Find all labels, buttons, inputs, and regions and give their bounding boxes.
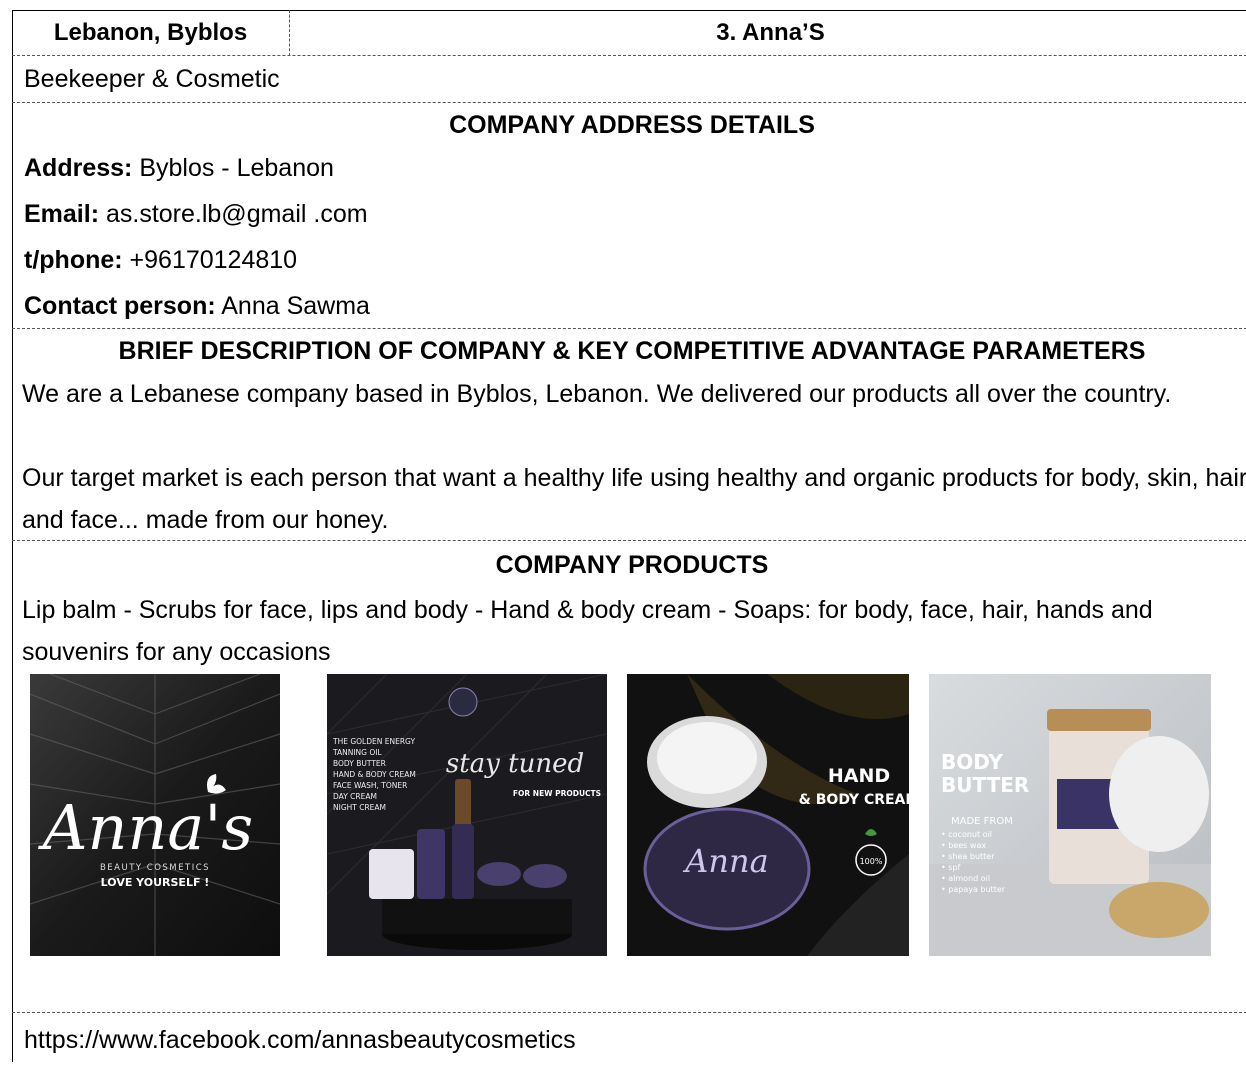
hand-text: HAND	[828, 765, 890, 787]
product-image-hand-cream: Anna HAND & BODY CREAM 100%	[627, 674, 909, 956]
phone-line: t/phone: +96170124810	[12, 237, 1246, 283]
ingredient-item: • papaya butter	[941, 885, 1006, 894]
logo-badge-icon	[448, 687, 478, 717]
cream-icon	[1109, 736, 1209, 852]
contact-value: Anna Sawma	[215, 292, 370, 320]
product-image-lineup: THE GOLDEN ENERGY TANNING OIL BODY BUTTER H…	[327, 674, 607, 956]
lineup-list-item: DAY CREAM	[333, 792, 377, 801]
product-image-logo: Anna's BEAUTY COSMETICS LOVE YOURSELF !	[30, 674, 280, 956]
ingredient-item: • almond oil	[941, 874, 990, 883]
jar-icon	[369, 849, 414, 899]
phone-label: t/phone:	[24, 246, 123, 274]
logo-subtitle: BEAUTY COSMETICS	[100, 863, 210, 873]
email-value: as.store.lb@gmail .com	[99, 200, 368, 228]
product-image-body-butter: BODY BUTTER MADE FROM • coconut oil • bee…	[929, 674, 1211, 956]
category-row: Beekeeper & Cosmetic	[12, 56, 1246, 103]
logo-tagline: LOVE YOURSELF !	[101, 876, 210, 889]
company-name: 3. Anna’S	[716, 19, 825, 46]
products-text: Lip balm - Scrubs for face, lips and bod…	[22, 596, 1153, 666]
facebook-link[interactable]: https://www.facebook.com/annasbeautycosm…	[12, 1012, 1246, 1062]
tube-icon	[452, 824, 474, 899]
address-value: Byblos - Lebanon	[132, 154, 334, 182]
logo-script-text: Anna's	[38, 791, 253, 864]
bottle-icon	[455, 779, 471, 831]
ingredient-item: • spf	[941, 863, 961, 872]
email-label: Email:	[24, 200, 100, 228]
address-section-title: COMPANY ADDRESS DETAILS	[449, 111, 815, 139]
lineup-list-item: HAND & BODY CREAM	[333, 770, 416, 779]
phone-value: +96170124810	[122, 246, 298, 274]
new-products-text: FOR NEW PRODUCTS	[513, 789, 601, 798]
header-row: Lebanon, Byblos 3. Anna’S	[12, 10, 1246, 56]
description-paragraph-1: We are a Lebanese company based in Byblo…	[22, 380, 1172, 408]
contact-label: Contact person:	[24, 292, 216, 320]
badge-text: 100%	[860, 857, 883, 866]
lineup-list-item: BODY BUTTER	[333, 759, 386, 768]
email-line: Email: as.store.lb@gmail .com	[12, 191, 1246, 237]
product-images: Anna's BEAUTY COSMETICS LOVE YOURSELF ! …	[30, 674, 1220, 956]
tin-icon	[477, 862, 521, 886]
description-paragraph-2: Our target market is each person that wa…	[12, 457, 1246, 541]
ingredient-item: • shea butter	[941, 852, 995, 861]
address-line: Address: Byblos - Lebanon	[12, 145, 1246, 191]
spray-bottle-icon	[417, 829, 445, 899]
country-cell: Lebanon, Byblos	[12, 10, 290, 56]
lineup-list-item: FACE WASH, TONER	[333, 781, 407, 790]
lid-icon	[1109, 882, 1209, 938]
lineup-list-item: THE GOLDEN ENERGY	[332, 737, 415, 746]
ingredient-item: • coconut oil	[941, 830, 992, 839]
lineup-list-item: TANNING OIL	[332, 748, 382, 757]
tin-icon-2	[523, 864, 567, 888]
lineup-list-item: NIGHT CREAM	[333, 803, 386, 812]
address-label: Address:	[24, 154, 133, 182]
svg-text:Anna: Anna	[682, 842, 768, 880]
description-section-title: BRIEF DESCRIPTION OF COMPANY & KEY COMPE…	[118, 337, 1146, 365]
ingredient-item: • bees wax	[941, 841, 986, 850]
body-title: BODY	[941, 750, 1003, 774]
body-cream-text: & BODY CREAM	[799, 792, 909, 808]
products-section-title: COMPANY PRODUCTS	[495, 551, 769, 579]
contact-line: Contact person: Anna Sawma	[12, 283, 1246, 329]
stay-tuned-text: stay tuned	[446, 749, 584, 779]
butter-title: BUTTER	[941, 773, 1029, 797]
made-from-label: MADE FROM	[951, 816, 1013, 827]
